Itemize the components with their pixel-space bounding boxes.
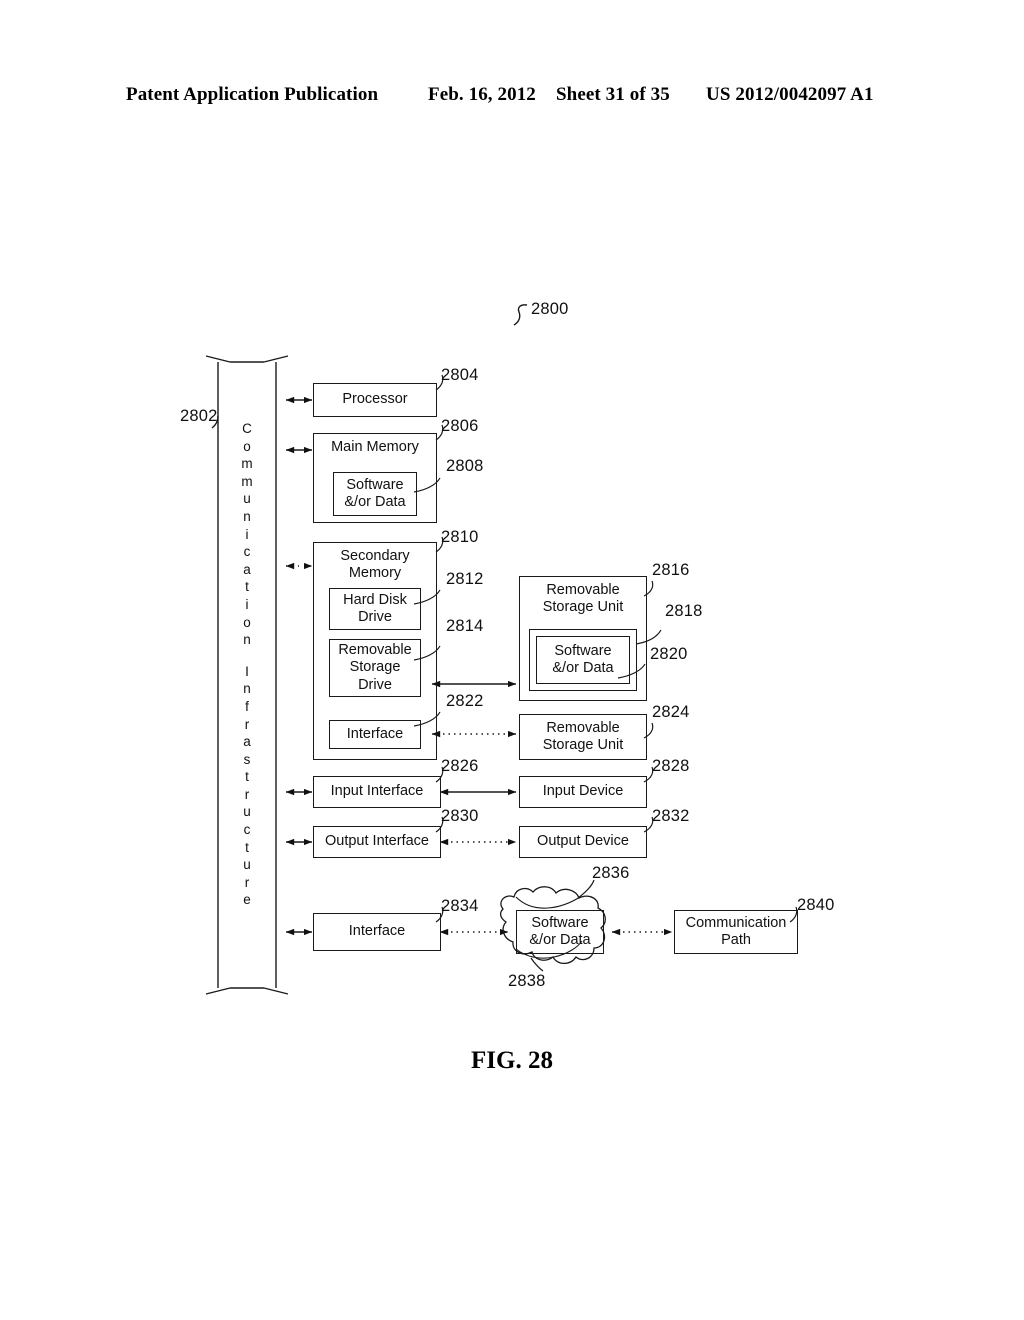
block-rsu-software-line2: &/or Data bbox=[552, 660, 614, 676]
block-removable-storage-drive-line2: Storage bbox=[349, 659, 401, 676]
block-interface-secondary: Interface bbox=[329, 720, 421, 749]
refnum-2818: 2818 bbox=[665, 602, 703, 620]
bus-letter: t bbox=[245, 579, 249, 595]
block-removable-storage-unit-2-line1: Removable bbox=[546, 719, 620, 736]
bus-letter: m bbox=[241, 456, 253, 472]
block-removable-storage-drive-line3: Drive bbox=[358, 676, 392, 693]
block-interface-comm: Interface bbox=[313, 913, 441, 951]
block-processor: Processor bbox=[313, 383, 437, 417]
bus-label-communication-infrastructure: C o m m u n i c a t i o n I n f r a s t … bbox=[236, 420, 258, 909]
refnum-2830: 2830 bbox=[441, 807, 479, 825]
block-main-memory-software: Software &/or Data bbox=[333, 472, 417, 516]
bus-letter: f bbox=[245, 698, 249, 714]
refnum-2814: 2814 bbox=[446, 617, 484, 635]
refnum-2828: 2828 bbox=[652, 757, 690, 775]
bus-letter: a bbox=[243, 734, 251, 750]
block-input-interface: Input Interface bbox=[313, 776, 441, 808]
refnum-2808: 2808 bbox=[446, 457, 484, 475]
block-cloud-software-line2: &/or Data bbox=[529, 932, 591, 948]
refnum-2822: 2822 bbox=[446, 692, 484, 710]
bus-letter: o bbox=[243, 614, 251, 630]
block-input-device-label: Input Device bbox=[542, 783, 624, 800]
bus-letter: r bbox=[244, 786, 250, 802]
bus-letter: n bbox=[243, 681, 251, 697]
bus-letter: c bbox=[243, 544, 251, 560]
bus-letter: i bbox=[245, 596, 249, 612]
block-removable-storage-unit-2-line2: Storage Unit bbox=[542, 737, 624, 753]
block-removable-storage-unit-1-line1: Removable bbox=[546, 582, 620, 598]
block-removable-storage-drive-line1: Removable bbox=[338, 642, 412, 659]
block-main-memory-software-line2: &/or Data bbox=[344, 494, 406, 510]
refnum-2834: 2834 bbox=[441, 897, 479, 915]
refnum-2806: 2806 bbox=[441, 417, 479, 435]
block-communication-path-line2: Path bbox=[721, 932, 751, 948]
refnum-2832: 2832 bbox=[652, 807, 690, 825]
bus-letter: u bbox=[243, 857, 251, 873]
block-secondary-memory-line2: Memory bbox=[348, 565, 402, 582]
refnum-2826: 2826 bbox=[441, 757, 479, 775]
block-main-memory-software-line1: Software bbox=[346, 476, 404, 493]
block-removable-storage-drive: Removable Storage Drive bbox=[329, 639, 421, 697]
refnum-2810: 2810 bbox=[441, 528, 479, 546]
block-cloud-software-line1: Software bbox=[531, 914, 589, 931]
bus-letter: I bbox=[245, 663, 249, 679]
refnum-2820: 2820 bbox=[650, 645, 688, 663]
refnum-2800: 2800 bbox=[531, 300, 569, 318]
block-rsu-software: Software &/or Data bbox=[536, 636, 630, 684]
figure-diagram: C o m m u n i c a t i o n I n f r a s t … bbox=[0, 0, 1024, 1320]
bus-letter: u bbox=[243, 804, 251, 820]
bus-letter: r bbox=[244, 874, 250, 890]
bus-letter: i bbox=[245, 526, 249, 542]
figure-caption: FIG. 28 bbox=[471, 1047, 553, 1074]
bus-letter: u bbox=[243, 491, 251, 507]
block-hard-disk-drive-line1: Hard Disk bbox=[343, 591, 407, 608]
block-cloud-software: Software &/or Data bbox=[516, 910, 604, 954]
bus-letter: e bbox=[243, 892, 251, 908]
refnum-2802: 2802 bbox=[180, 407, 218, 425]
refnum-2836: 2836 bbox=[592, 864, 630, 882]
block-output-device: Output Device bbox=[519, 826, 647, 858]
refnum-2840: 2840 bbox=[797, 896, 835, 914]
block-output-device-label: Output Device bbox=[537, 833, 629, 850]
block-output-interface-label: Output Interface bbox=[325, 833, 429, 850]
block-secondary-memory-line1: Secondary bbox=[340, 548, 410, 564]
block-interface-secondary-label: Interface bbox=[346, 725, 404, 742]
bus-letter: C bbox=[242, 421, 252, 436]
block-removable-storage-unit-1-line2: Storage Unit bbox=[542, 599, 624, 616]
block-output-interface: Output Interface bbox=[313, 826, 441, 858]
refnum-2812: 2812 bbox=[446, 570, 484, 588]
bus-letter: c bbox=[243, 822, 251, 838]
bus-letter: n bbox=[243, 508, 251, 524]
bus-letter-space bbox=[236, 649, 258, 663]
bus-letter: t bbox=[245, 839, 249, 855]
block-interface-comm-label: Interface bbox=[348, 923, 406, 940]
block-processor-label: Processor bbox=[342, 391, 408, 408]
refnum-2804: 2804 bbox=[441, 366, 479, 384]
block-hard-disk-drive-line2: Drive bbox=[358, 609, 392, 625]
bus-letter: a bbox=[243, 561, 251, 577]
bus-letter: n bbox=[243, 632, 251, 648]
bus-letter: t bbox=[245, 769, 249, 785]
block-removable-storage-unit-2: Removable Storage Unit bbox=[519, 714, 647, 760]
refnum-2838: 2838 bbox=[508, 972, 546, 990]
bus-letter: o bbox=[243, 438, 251, 454]
refnum-2824: 2824 bbox=[652, 703, 690, 721]
block-input-device: Input Device bbox=[519, 776, 647, 808]
block-main-memory-label: Main Memory bbox=[331, 439, 419, 455]
bus-letter: m bbox=[241, 473, 253, 489]
block-communication-path: Communication Path bbox=[674, 910, 798, 954]
block-hard-disk-drive: Hard Disk Drive bbox=[329, 588, 421, 630]
bus-letter: s bbox=[243, 751, 251, 767]
block-input-interface-label: Input Interface bbox=[330, 783, 424, 800]
bus-letter: r bbox=[244, 716, 250, 732]
block-rsu-software-line1: Software bbox=[554, 642, 612, 659]
block-communication-path-line1: Communication bbox=[685, 914, 787, 931]
diagram-vector-layer bbox=[205, 304, 798, 995]
refnum-2816: 2816 bbox=[652, 561, 690, 579]
